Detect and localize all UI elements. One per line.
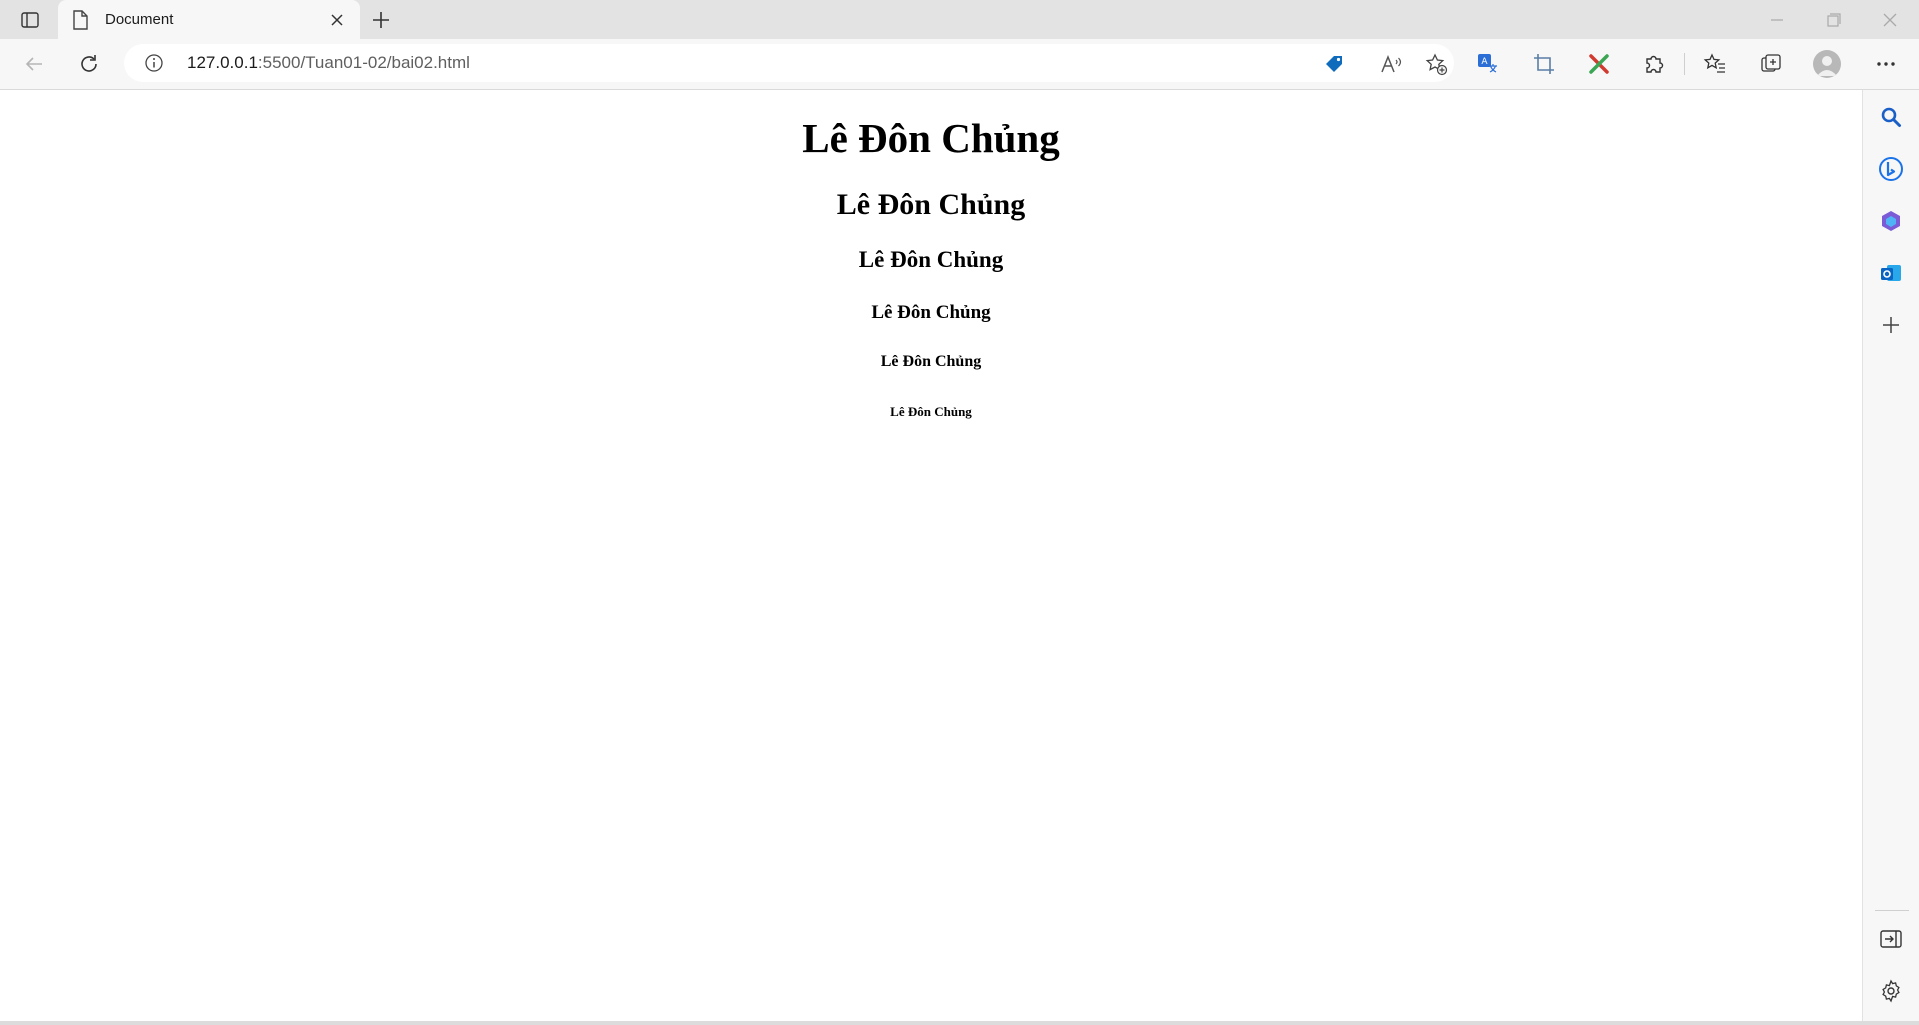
- add-icon[interactable]: [1878, 312, 1904, 338]
- heading-h6: Lê Đôn Chủng: [890, 404, 972, 419]
- hide-sidebar-icon[interactable]: [1878, 926, 1904, 952]
- tab-actions-icon[interactable]: [14, 6, 46, 34]
- svg-text:A: A: [1481, 57, 1488, 67]
- page-content: Lê Đôn Chủng Lê Đôn Chủng Lê Đôn Chủng L…: [0, 90, 1862, 1021]
- window-close-icon[interactable]: [1876, 8, 1904, 32]
- microsoft365-icon[interactable]: [1878, 208, 1904, 234]
- back-arrow-icon[interactable]: [18, 48, 50, 80]
- refresh-icon[interactable]: [73, 48, 105, 80]
- read-aloud-icon[interactable]: [1379, 52, 1403, 76]
- close-icon[interactable]: [327, 10, 347, 30]
- more-icon[interactable]: [1873, 51, 1899, 77]
- tab-strip: Document: [0, 0, 1919, 39]
- favorites-icon[interactable]: [1702, 51, 1728, 77]
- outlook-icon[interactable]: [1878, 260, 1904, 286]
- address-bar[interactable]: 127.0.0.1:5500/Tuan01-02/bai02.html: [124, 44, 1454, 82]
- bing-copilot-icon[interactable]: [1878, 156, 1904, 182]
- toolbar-separator: [1684, 53, 1685, 75]
- info-icon[interactable]: [144, 53, 164, 73]
- heading-h3: Lê Đôn Chủng: [858, 247, 1004, 272]
- heading-h4: Lê Đôn Chủng: [871, 302, 991, 323]
- minimize-icon[interactable]: [1763, 8, 1791, 32]
- favorite-add-icon[interactable]: [1424, 52, 1448, 76]
- url-text[interactable]: 127.0.0.1:5500/Tuan01-02/bai02.html: [187, 53, 470, 73]
- tab-title: Document: [105, 11, 174, 28]
- extension-x-icon[interactable]: [1586, 51, 1612, 77]
- restore-icon[interactable]: [1819, 8, 1847, 32]
- collections-icon[interactable]: [1758, 51, 1784, 77]
- browser-tab[interactable]: Document: [58, 0, 360, 39]
- sidebar-separator: [1875, 910, 1909, 911]
- new-tab-plus-icon[interactable]: [369, 8, 393, 32]
- avatar[interactable]: [1813, 50, 1841, 78]
- tag-icon[interactable]: [1322, 52, 1346, 76]
- window-bottom-edge: [0, 1021, 1919, 1025]
- toolbar: 127.0.0.1:5500/Tuan01-02/bai02.html A: [0, 39, 1919, 90]
- url-host: 127.0.0.1: [187, 53, 258, 72]
- url-path: :5500/Tuan01-02/bai02.html: [257, 53, 470, 72]
- heading-h2: Lê Đôn Chủng: [836, 188, 1026, 221]
- translate-icon[interactable]: A: [1475, 51, 1501, 77]
- settings-icon[interactable]: [1878, 978, 1904, 1004]
- document-icon: [72, 10, 90, 30]
- crop-icon[interactable]: [1531, 51, 1557, 77]
- puzzle-icon[interactable]: [1641, 51, 1667, 77]
- search-icon[interactable]: [1878, 104, 1904, 130]
- heading-h1: Lê Đôn Chủng: [802, 115, 1060, 161]
- edge-sidebar: [1862, 90, 1919, 1021]
- heading-h5: Lê Đôn Chủng: [880, 353, 982, 370]
